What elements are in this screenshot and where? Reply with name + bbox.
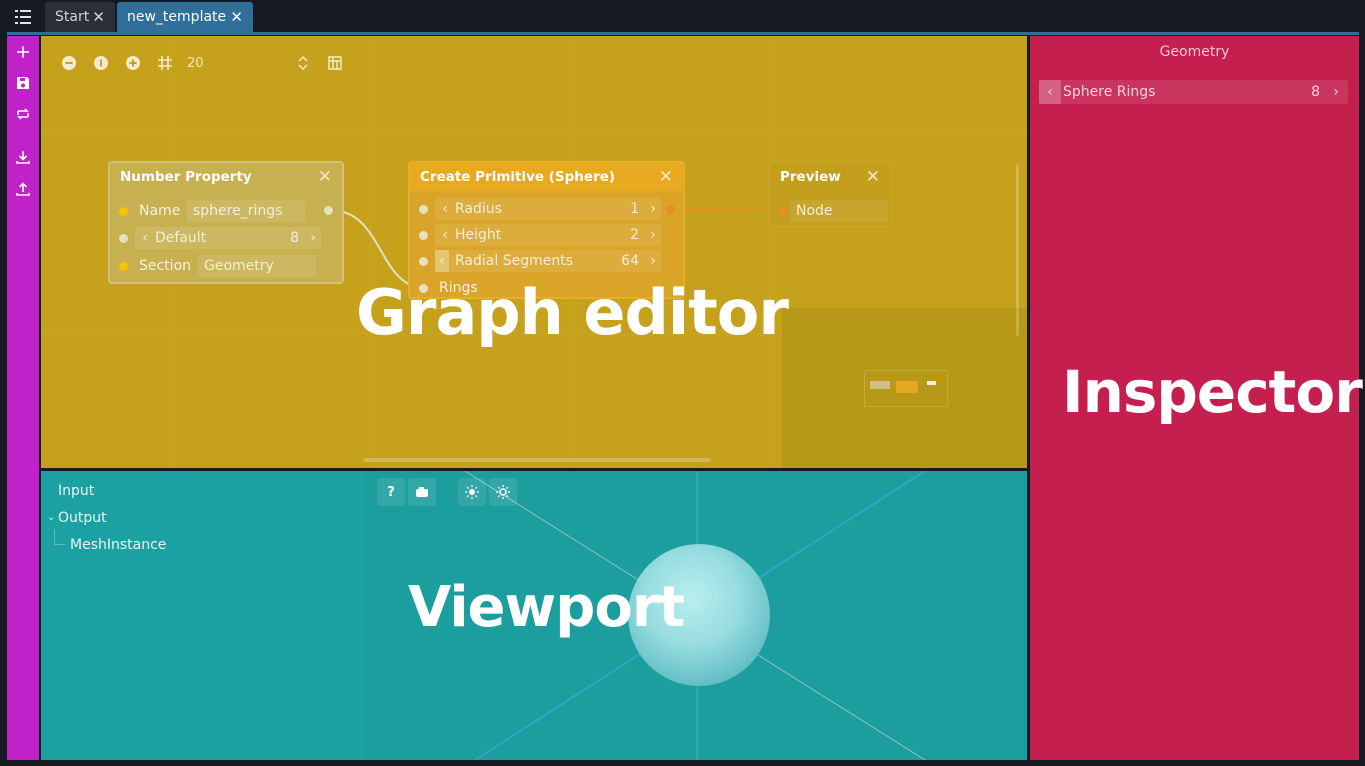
input-port[interactable]	[779, 207, 788, 216]
output-port[interactable]	[666, 205, 675, 214]
default-value: 8	[290, 230, 299, 246]
close-icon[interactable]: ✕	[318, 167, 332, 187]
height-value: 2	[630, 227, 639, 243]
input-port[interactable]	[119, 207, 128, 216]
graph-editor-label: Graph editor	[356, 276, 789, 349]
minimap[interactable]	[864, 370, 948, 407]
save-icon[interactable]	[10, 70, 36, 96]
minimap-node	[870, 381, 890, 389]
inspector-section-title: Geometry	[1159, 44, 1230, 60]
radial-segments-spinbox[interactable]: ‹ Radial Segments 64 ›	[435, 250, 661, 272]
tab-label: Start	[55, 9, 90, 25]
horizontal-scrollbar[interactable]	[364, 458, 711, 462]
chevron-down-icon[interactable]: ⌄	[47, 512, 55, 523]
tree-item-meshinstance[interactable]: MeshInstance	[70, 537, 166, 553]
chevron-right-icon[interactable]: ›	[305, 230, 321, 246]
close-icon[interactable]: ✕	[230, 8, 243, 26]
light-icon[interactable]	[458, 478, 486, 506]
close-icon[interactable]: ✕	[92, 8, 105, 26]
radius-spinbox[interactable]: ‹ Radius 1 ›	[435, 198, 661, 220]
minimap-node	[927, 381, 936, 385]
menu-icon[interactable]	[6, 4, 40, 30]
section-field[interactable]: Geometry	[198, 255, 316, 277]
node-header[interactable]: Number Property ✕	[110, 163, 342, 191]
close-icon[interactable]: ✕	[866, 167, 880, 187]
node-header[interactable]: Preview ✕	[770, 163, 890, 191]
inspector-panel: Geometry ‹ Sphere Rings 8 › Inspector	[1030, 36, 1363, 760]
left-toolbar	[7, 36, 39, 760]
tab-underline	[7, 32, 1359, 35]
camera-icon[interactable]	[408, 478, 436, 506]
viewport-label: Viewport	[408, 575, 685, 640]
node-number-property[interactable]: Number Property ✕ Name sphere_rings ‹ De…	[108, 161, 344, 284]
input-port[interactable]	[119, 262, 128, 271]
scene-tree: Input ⌄ Output MeshInstance	[41, 471, 363, 760]
download-icon[interactable]	[10, 144, 36, 170]
radial-segments-value: 64	[621, 253, 639, 269]
vertical-scrollbar[interactable]	[1016, 164, 1019, 336]
node-preview[interactable]: Preview ✕ Node	[768, 161, 892, 227]
upload-icon[interactable]	[10, 176, 36, 202]
default-label: Default	[155, 230, 207, 246]
default-spinbox[interactable]: ‹ Default 8 ›	[135, 227, 321, 249]
height-label: Height	[455, 227, 502, 243]
tree-item-input[interactable]: Input	[58, 483, 94, 499]
radial-segments-label: Radial Segments	[455, 253, 573, 269]
name-field[interactable]: sphere_rings	[187, 200, 305, 222]
tree-item-output[interactable]: Output	[58, 510, 107, 526]
chevron-right-icon[interactable]: ›	[645, 227, 661, 243]
viewport-panel: Input ⌄ Output MeshInstance ? Viewport	[41, 471, 1027, 760]
name-label: Name	[139, 203, 181, 219]
radius-label: Radius	[455, 201, 502, 217]
height-spinbox[interactable]: ‹ Height 2 ›	[435, 224, 661, 246]
property-label: Sphere Rings	[1063, 84, 1156, 100]
input-port[interactable]	[119, 234, 128, 243]
input-port[interactable]	[419, 257, 428, 266]
input-port[interactable]	[419, 205, 428, 214]
node-label: Node	[790, 200, 888, 222]
node-title: Preview	[780, 169, 841, 185]
tree-connector	[54, 529, 65, 545]
tab-start[interactable]: Start ✕	[45, 2, 115, 32]
sphere-rings-spinbox[interactable]: ‹ Sphere Rings 8 ›	[1039, 80, 1348, 104]
sync-icon[interactable]	[10, 101, 36, 127]
close-icon[interactable]: ✕	[659, 167, 673, 187]
add-icon[interactable]	[10, 39, 36, 65]
chevron-left-icon[interactable]: ‹	[435, 201, 455, 217]
node-title: Number Property	[120, 169, 252, 185]
node-header[interactable]: Create Primitive (Sphere) ✕	[410, 163, 683, 191]
chevron-right-icon[interactable]: ›	[645, 253, 661, 269]
radius-value: 1	[630, 201, 639, 217]
chevron-left-icon[interactable]: ‹	[135, 230, 155, 246]
section-label: Section	[139, 258, 192, 274]
minimap-node	[896, 381, 918, 393]
input-port[interactable]	[419, 231, 428, 240]
graph-editor[interactable]: 20 Number Property ✕ Name sphere_rings ‹…	[41, 36, 1027, 468]
sun-icon[interactable]	[489, 478, 517, 506]
chevron-left-icon[interactable]: ‹	[1039, 80, 1061, 104]
property-value: 8	[1311, 84, 1320, 100]
help-button[interactable]: ?	[377, 478, 405, 506]
tab-label: new_template	[127, 9, 227, 25]
output-port[interactable]	[324, 206, 333, 215]
chevron-left-icon[interactable]: ‹	[435, 250, 449, 272]
chevron-right-icon[interactable]: ›	[645, 201, 661, 217]
tab-new-template[interactable]: new_template ✕	[117, 2, 253, 32]
inspector-label: Inspector	[1062, 358, 1363, 426]
chevron-left-icon[interactable]: ‹	[435, 227, 455, 243]
node-title: Create Primitive (Sphere)	[420, 169, 616, 185]
chevron-right-icon[interactable]: ›	[1328, 84, 1344, 100]
